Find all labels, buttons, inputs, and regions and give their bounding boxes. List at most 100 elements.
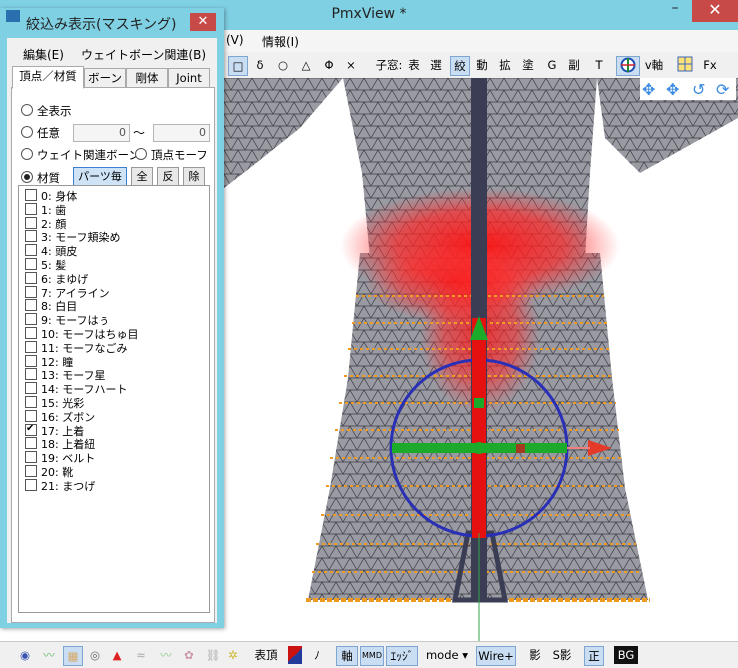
minimize-button[interactable]: – <box>660 0 690 22</box>
material-checkbox[interactable] <box>25 396 37 408</box>
tab-bone[interactable]: ボーン <box>84 68 126 88</box>
material-item[interactable]: 18: 上着紐 <box>25 437 95 451</box>
radio-point-icon[interactable]: ◎ <box>88 646 102 664</box>
radio-weight-bone[interactable]: ウェイト関連ボーン <box>21 147 140 163</box>
axis-toggle-button[interactable]: 軸 <box>336 646 358 666</box>
material-item[interactable]: 4: 頭皮 <box>25 244 77 258</box>
axis-target-button[interactable] <box>616 56 640 76</box>
material-item[interactable]: 13: モーフ星 <box>25 368 106 382</box>
menu-view[interactable]: (V) <box>226 33 244 47</box>
material-checkbox[interactable] <box>25 189 37 201</box>
tool-delta-button[interactable]: δ <box>252 56 268 74</box>
range-from-field[interactable]: 0 <box>73 124 130 142</box>
leaf-icon[interactable]: 〰 <box>157 646 175 664</box>
rotate-icon[interactable]: ↺ <box>692 80 705 99</box>
material-checkbox[interactable] <box>25 422 37 436</box>
bg-button[interactable]: BG <box>614 646 638 664</box>
shadow-button[interactable]: 影 <box>526 646 544 664</box>
subwin-display-button[interactable]: 表 <box>406 56 422 74</box>
material-item[interactable]: 2: 顔 <box>25 216 66 231</box>
tool-triangle-button[interactable]: △ <box>298 56 314 74</box>
no-label[interactable]: ﾉ <box>310 646 324 664</box>
move-xy-icon[interactable]: ✥ <box>642 80 655 99</box>
material-checkbox[interactable] <box>25 244 37 257</box>
material-item[interactable]: 14: モーフハート <box>25 382 128 396</box>
subwin-paint-button[interactable]: 塗 <box>520 56 536 74</box>
vertex-toggle-button[interactable]: 表頂 <box>252 646 280 664</box>
parts-button[interactable]: パーツ毎 <box>73 167 127 187</box>
invert-button[interactable]: 反 <box>157 167 179 187</box>
brush-icon[interactable]: 〰 <box>40 646 58 664</box>
tab-joint[interactable]: Joint <box>168 68 210 88</box>
color-swatch[interactable] <box>288 646 302 664</box>
triangle-red-icon[interactable]: ▲ <box>110 646 124 664</box>
self-shadow-button[interactable]: S影 <box>550 646 574 664</box>
range-to-field[interactable]: 0 <box>153 124 210 142</box>
material-checkbox[interactable] <box>25 313 37 326</box>
material-checkbox[interactable] <box>25 258 37 270</box>
wave-icon[interactable]: ≈ <box>132 646 150 664</box>
material-item[interactable]: 21: まつげ <box>25 478 95 493</box>
radio-show-all[interactable]: 全表示 <box>21 103 72 119</box>
tool-circle-button[interactable]: ○ <box>275 56 291 74</box>
fx-button[interactable]: Fx <box>700 56 720 74</box>
material-item[interactable]: 0: 身体 <box>25 189 77 203</box>
tool-square-button[interactable]: □ <box>228 56 248 76</box>
menu-weight-bone[interactable]: ウェイトボーン関連(B) <box>81 46 206 63</box>
material-checkbox[interactable] <box>25 368 37 381</box>
mode-dropdown[interactable]: mode ▾ <box>424 646 470 664</box>
grid-button[interactable] <box>676 56 694 74</box>
material-checkbox[interactable] <box>25 437 37 450</box>
material-checkbox[interactable] <box>25 202 37 215</box>
close-window-button[interactable]: ✕ <box>692 0 738 22</box>
material-item[interactable]: 9: モーフはぅ <box>25 313 110 327</box>
material-item[interactable]: 8: 白目 <box>25 299 77 313</box>
material-item[interactable]: 6: まゆげ <box>25 271 88 286</box>
material-item[interactable]: 19: ベルト <box>25 451 95 465</box>
radio-vertex-morph[interactable]: 頂点モーフ <box>135 147 208 163</box>
material-checkbox[interactable] <box>25 230 37 243</box>
material-item[interactable]: 5: 髪 <box>25 258 66 272</box>
material-item[interactable]: 20: 靴 <box>25 465 73 479</box>
material-checkbox[interactable] <box>25 216 37 229</box>
tool-cross-button[interactable]: × <box>344 56 358 74</box>
material-checkbox[interactable] <box>25 382 37 395</box>
material-item[interactable]: 3: モーフ頬染め <box>25 230 121 244</box>
tab-vertex-material[interactable]: 頂点／材質 <box>12 66 84 89</box>
material-checkbox[interactable] <box>25 285 37 298</box>
gear-icon[interactable]: ✲ <box>226 646 240 664</box>
chain-icon[interactable]: ⛓ <box>204 646 222 664</box>
select-point-icon[interactable]: ◉ <box>18 646 32 664</box>
material-checkbox[interactable] <box>25 327 37 339</box>
subwin-move-button[interactable]: 動 <box>474 56 490 74</box>
wire-plus-button[interactable]: Wire+ <box>476 646 516 666</box>
subwin-t-button[interactable]: T <box>592 56 606 74</box>
material-item[interactable]: 12: 瞳 <box>25 354 73 369</box>
subwin-g-button[interactable]: G <box>545 56 559 74</box>
tool-phi-button[interactable]: Φ <box>321 56 337 74</box>
edge-toggle-button[interactable]: ｴｯｼﾞ <box>386 646 418 666</box>
rotate-view-icon[interactable]: ⟳ <box>716 80 729 99</box>
material-checkbox[interactable] <box>25 465 37 477</box>
tab-rigidbody[interactable]: 剛体 <box>126 68 168 88</box>
material-item[interactable]: 1: 歯 <box>25 202 66 217</box>
menu-edit[interactable]: 編集(E) <box>23 46 64 63</box>
material-item[interactable]: 17: 上着 <box>25 422 84 438</box>
material-checkbox[interactable] <box>25 478 37 491</box>
subwin-select-button[interactable]: 選 <box>428 56 444 74</box>
material-checkbox[interactable] <box>25 271 37 284</box>
material-checkbox[interactable] <box>25 451 37 464</box>
material-checkbox[interactable] <box>25 354 37 367</box>
subwin-mask-button[interactable]: 絞 <box>450 56 470 76</box>
material-item[interactable]: 15: 光彩 <box>25 396 84 410</box>
material-item[interactable]: 10: モーフはちゅ目 <box>25 327 139 341</box>
menu-info[interactable]: 情報(I) <box>262 33 299 50</box>
material-item[interactable]: 16: ズボン <box>25 409 95 424</box>
move-xz-icon[interactable]: ✥ <box>666 80 679 99</box>
mmd-toggle-button[interactable]: MMD <box>360 646 384 666</box>
correct-button[interactable]: 正 <box>584 646 604 666</box>
material-checkbox[interactable] <box>25 299 37 312</box>
mesh-select-icon[interactable]: ▦ <box>63 646 83 666</box>
radio-any[interactable]: 任意 <box>21 125 60 141</box>
material-item[interactable]: 7: アイライン <box>25 285 110 300</box>
